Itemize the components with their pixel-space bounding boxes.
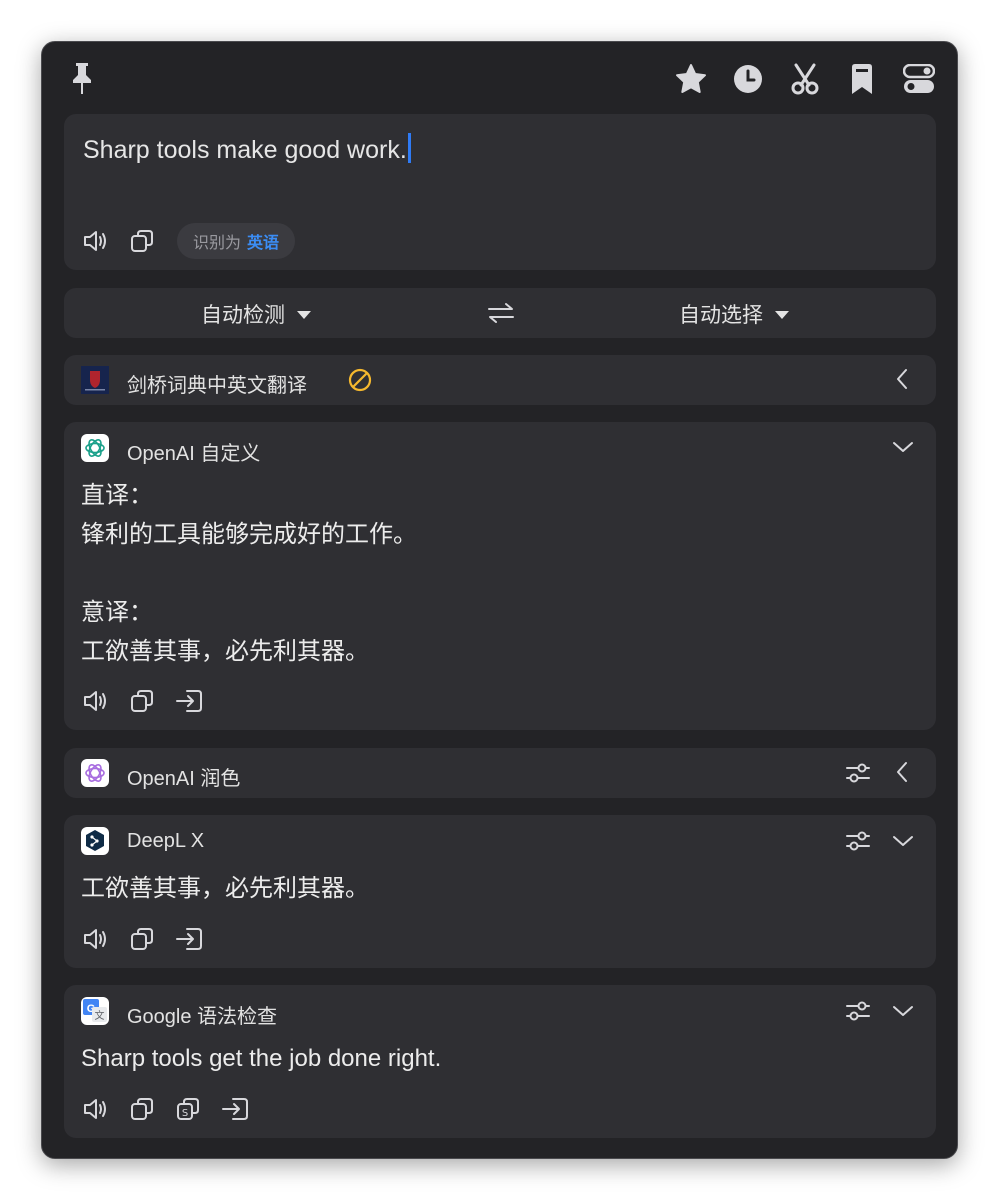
insert-icon[interactable] [174,688,204,714]
source-language-select[interactable]: 自动检测 [201,299,311,329]
toggle-settings-icon[interactable] [902,62,936,96]
chevron-down-icon[interactable] [890,436,916,458]
svg-text:文: 文 [95,1009,105,1022]
chevron-down-icon[interactable] [890,1000,916,1022]
copy-script-icon[interactable]: S [174,1096,202,1122]
google-translate-logo-icon: G文 [81,997,109,1025]
history-clock-icon[interactable] [731,62,765,96]
speaker-icon[interactable] [81,688,111,714]
detected-language[interactable]: 英语 [247,229,279,253]
translation-result: 工欲善其事，必先利其器。 [81,874,369,902]
copy-icon[interactable] [128,228,156,254]
translation-result: 直译： 锋利的工具能够完成好的工作。 意译： 工欲善其事，必先利其器。 [81,481,417,665]
service-cambridge[interactable]: 剑桥词典中英文翻译 [64,355,936,405]
target-language-select[interactable]: 自动选择 [679,299,789,329]
service-name: OpenAI 润色 [127,768,241,790]
pin-icon[interactable] [66,60,98,96]
detected-language-chip: 识别为 英语 [177,223,296,259]
text-caret [407,133,411,163]
copy-icon[interactable] [128,688,156,714]
sliders-icon[interactable] [844,828,872,854]
chevron-left-icon[interactable] [890,760,914,784]
service-name: DeepL X [127,830,205,852]
service-openai-polish[interactable]: OpenAI 润色 [64,748,936,798]
translation-result: Sharp tools get the job done right. [81,1045,442,1072]
service-name: OpenAI 自定义 [127,443,261,465]
chevron-left-icon[interactable] [890,367,914,391]
insert-icon[interactable] [220,1096,250,1122]
chevron-down-icon [297,311,311,319]
speaker-icon[interactable] [81,228,111,254]
openai-logo-icon [81,434,109,462]
speaker-icon[interactable] [81,926,111,952]
openai-logo-icon [81,759,109,787]
star-icon[interactable] [674,62,708,96]
language-bar: 自动检测 自动选择 [64,288,936,338]
deepl-logo-icon [81,827,109,855]
chevron-down-icon [775,311,789,319]
insert-icon[interactable] [174,926,204,952]
sliders-icon[interactable] [844,760,872,786]
service-name: Google 语法检查 [127,1006,278,1028]
source-text-input[interactable]: Sharp tools make good work. [83,133,411,165]
scissors-icon[interactable] [788,62,822,96]
copy-icon[interactable] [128,1096,156,1122]
disabled-circle-icon [347,367,373,393]
input-card: Sharp tools make good work. 识别为 英语 [64,114,936,270]
chevron-down-icon[interactable] [890,830,916,852]
service-google: G文 Google 语法检查 Sharp tools get the job d… [64,985,936,1138]
bookmark-icon[interactable] [845,62,879,96]
cambridge-logo-icon [81,366,109,394]
speaker-icon[interactable] [81,1096,111,1122]
swap-arrows-icon[interactable] [484,300,518,326]
copy-icon[interactable] [128,926,156,952]
service-openai-custom: OpenAI 自定义 直译： 锋利的工具能够完成好的工作。 意译： 工欲善其事，… [64,422,936,730]
translator-window: Sharp tools make good work. 识别为 英语 自动检测 … [41,41,958,1159]
detected-prefix: 识别为 [193,233,242,252]
svg-text:S: S [182,1108,188,1119]
service-name: 剑桥词典中英文翻译 [127,375,307,397]
service-deepl: DeepL X 工欲善其事，必先利其器。 [64,815,936,968]
sliders-icon[interactable] [844,998,872,1024]
